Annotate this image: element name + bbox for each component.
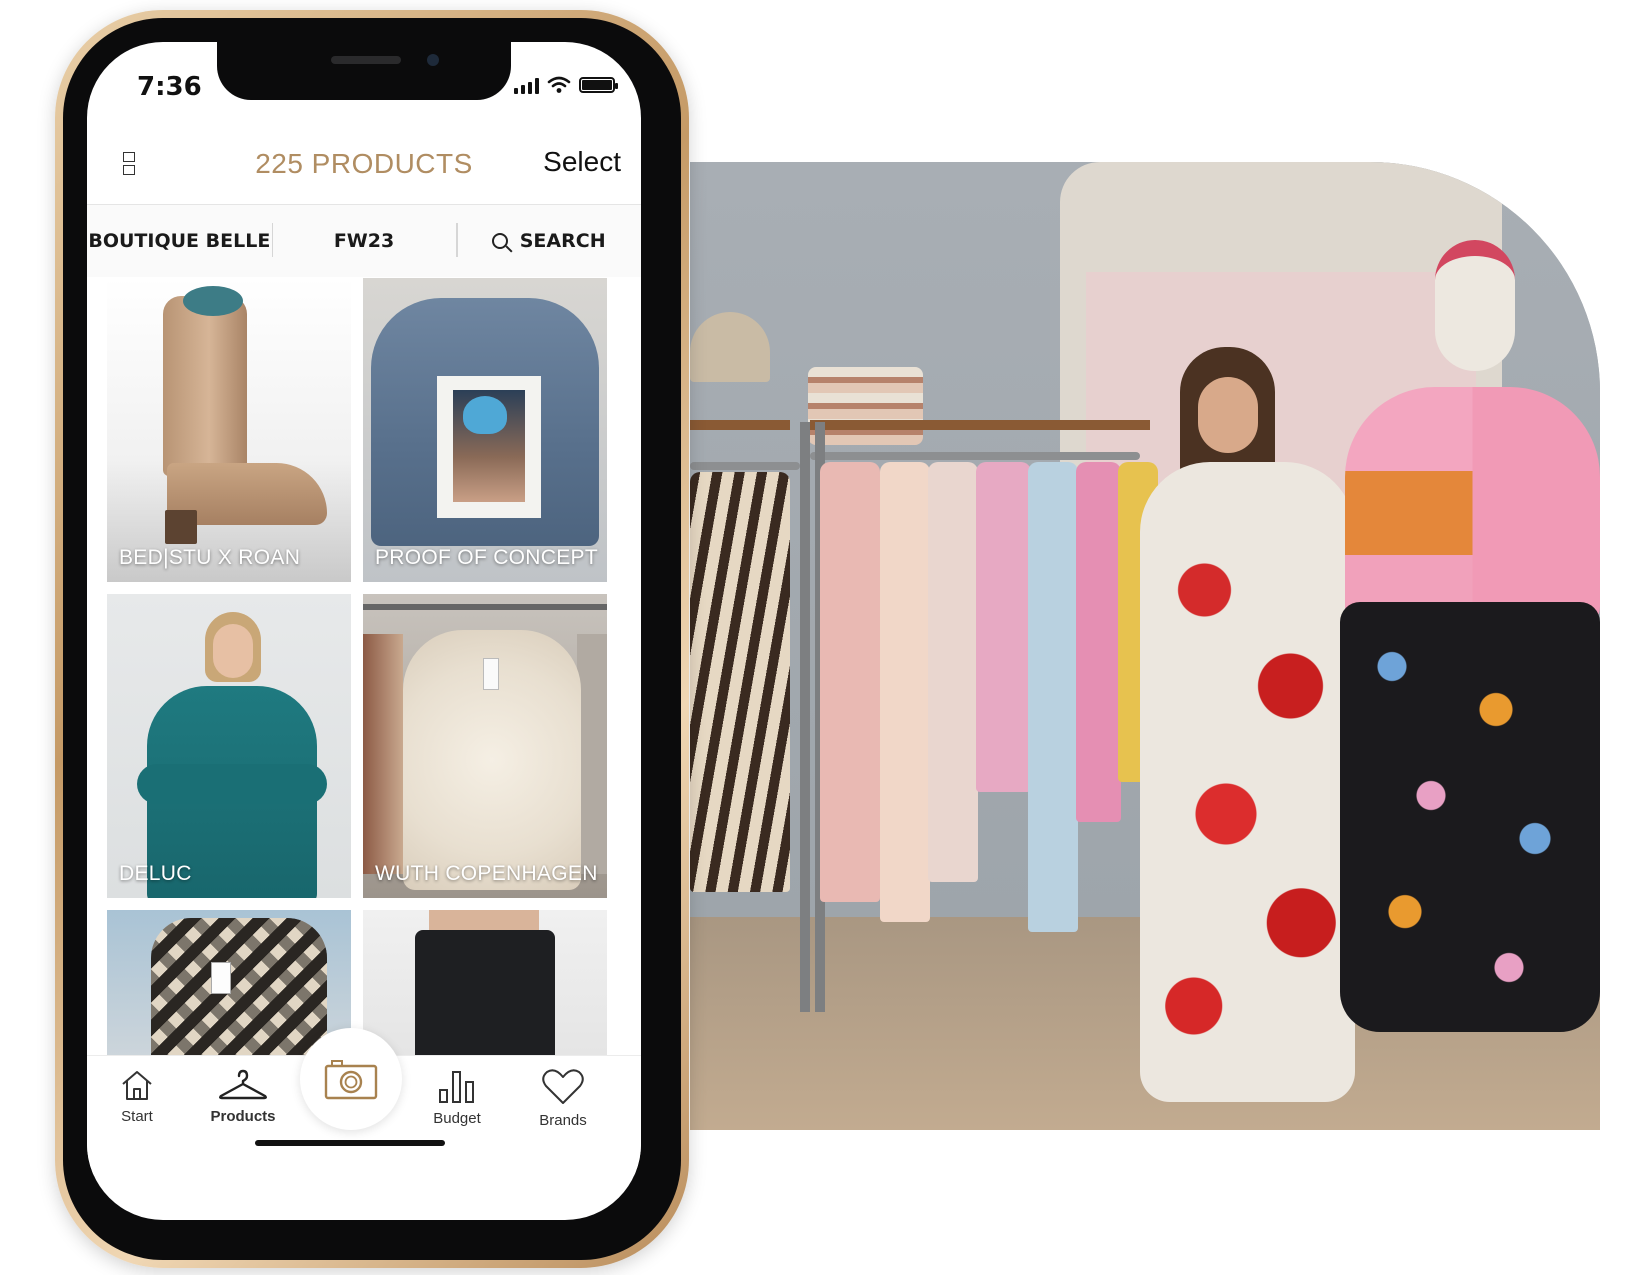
status-icons: [514, 76, 618, 94]
front-camera-icon: [427, 54, 439, 66]
phone-notch: [217, 42, 511, 100]
product-card[interactable]: BED|STU X ROAN: [107, 278, 351, 582]
search-button[interactable]: SEARCH: [456, 205, 641, 277]
product-card[interactable]: PROOF OF CONCEPT: [363, 278, 607, 582]
product-brand: PROOF OF CONCEPT: [375, 546, 598, 569]
app-header: 225 PRODUCTS Select: [87, 132, 641, 202]
tab-brands[interactable]: Brands: [513, 1068, 613, 1129]
store-photo: [690, 162, 1600, 1130]
battery-icon: [579, 77, 618, 93]
tab-budget[interactable]: Budget: [407, 1068, 507, 1127]
tab-start[interactable]: Start: [87, 1068, 187, 1125]
product-brand: BED|STU X ROAN: [119, 546, 301, 569]
tab-label: Products: [210, 1108, 276, 1125]
tab-label: Budget: [433, 1110, 481, 1127]
bottom-tab-bar: Start Products Budget Brands: [87, 1028, 641, 1176]
home-indicator: [255, 1140, 445, 1146]
wifi-icon: [547, 76, 571, 93]
filter-bar: BOUTIQUE BELLE FW23 SEARCH: [87, 204, 641, 277]
status-time: 7:36: [137, 72, 202, 102]
bar-chart-icon: [439, 1071, 474, 1103]
home-icon: [122, 1071, 152, 1100]
product-brand: WUTH COPENHAGEN: [375, 862, 598, 885]
select-button[interactable]: Select: [543, 146, 621, 178]
phone-mockup: 7:36 225 PRODUCTS Select BOUTIQUE BELLE …: [55, 10, 689, 1268]
product-card[interactable]: DELUC: [107, 594, 351, 898]
hanger-icon: [219, 1069, 267, 1100]
signal-icon: [514, 76, 539, 94]
tab-label: Brands: [539, 1112, 587, 1129]
product-card[interactable]: WUTH COPENHAGEN: [363, 594, 607, 898]
product-brand: DELUC: [119, 862, 192, 885]
season-filter[interactable]: FW23: [271, 205, 457, 277]
search-label: SEARCH: [519, 230, 606, 252]
camera-button[interactable]: [300, 1028, 402, 1130]
camera-icon: [324, 1060, 378, 1100]
tab-label: Start: [121, 1108, 153, 1125]
store-filter[interactable]: BOUTIQUE BELLE: [87, 205, 272, 277]
search-icon: [491, 233, 508, 249]
app-screen: 7:36 225 PRODUCTS Select BOUTIQUE BELLE …: [87, 42, 641, 1220]
product-grid: BED|STU X ROAN PROOF OF CONCEPT DELUC WU…: [107, 278, 619, 1080]
tab-products[interactable]: Products: [193, 1068, 293, 1125]
heart-icon: [542, 1069, 584, 1104]
